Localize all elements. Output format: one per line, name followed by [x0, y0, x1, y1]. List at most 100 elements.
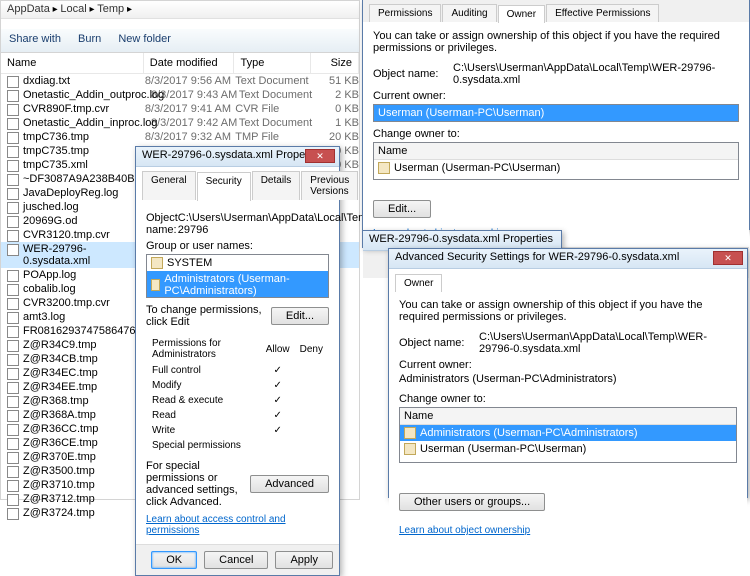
col-size[interactable]: Size	[311, 53, 359, 73]
file-icon	[7, 160, 19, 172]
file-icon	[7, 424, 19, 436]
deny-check	[296, 409, 327, 422]
titlebar[interactable]: WER-29796-0.sysdata.xml Properties ✕	[136, 147, 339, 167]
table-row[interactable]: Onetastic_Addin_inproc.log8/3/2017 9:42 …	[1, 116, 359, 130]
burn-button[interactable]: Burn	[78, 33, 101, 45]
tab-general[interactable]: General	[142, 171, 196, 200]
file-icon	[7, 452, 19, 464]
advanced-security-owner-dialog: Permissions Auditing Owner Effective Per…	[362, 0, 750, 230]
deny-check	[296, 394, 327, 407]
change-perm-text: To change permissions, click Edit	[146, 304, 271, 328]
explorer-toolbar: Share with Burn New folder	[1, 29, 359, 53]
file-icon	[7, 146, 19, 158]
file-icon	[7, 244, 19, 256]
deny-check	[296, 364, 327, 377]
allow-check	[262, 439, 294, 452]
edit-button[interactable]: Edit...	[271, 307, 329, 325]
table-row[interactable]: CVR890F.tmp.cvr8/3/2017 9:41 AMCVR File0…	[1, 102, 359, 116]
file-icon	[7, 270, 19, 282]
permissions-table: Permissions for AdministratorsAllowDeny …	[146, 334, 329, 454]
crumb[interactable]: Local	[60, 3, 86, 15]
file-icon	[7, 466, 19, 478]
file-icon	[7, 284, 19, 296]
group-users-label: Group or user names:	[146, 240, 329, 252]
file-icon	[7, 354, 19, 366]
file-icon	[7, 132, 19, 144]
allow-check: ✓	[262, 379, 294, 392]
edit-button[interactable]: Edit...	[373, 200, 431, 218]
current-owner: Administrators (Userman-PC\Administrator…	[399, 371, 737, 387]
file-icon	[7, 230, 19, 242]
share-button[interactable]: Share with	[9, 33, 61, 45]
perm-name: Read	[148, 409, 260, 422]
file-icon	[7, 298, 19, 310]
close-icon[interactable]: ✕	[305, 149, 335, 163]
owner-desc: You can take or assign ownership of this…	[373, 30, 739, 54]
tab-security[interactable]: Security	[197, 172, 251, 201]
ok-button[interactable]: OK	[151, 551, 197, 569]
breadcrumb[interactable]: AppData ▸ Local ▸ Temp ▸	[1, 1, 359, 19]
close-icon[interactable]: ✕	[713, 251, 743, 265]
tab-details[interactable]: Details	[252, 171, 301, 200]
learn-link[interactable]: Learn about access control and permissio…	[146, 514, 329, 536]
col-date[interactable]: Date modified	[144, 53, 235, 73]
advanced-security-settings-dialog: Advanced Security Settings for WER-29796…	[388, 248, 748, 498]
file-icon	[7, 438, 19, 450]
deny-check	[296, 379, 327, 392]
file-icon	[7, 76, 19, 88]
titlebar[interactable]: Advanced Security Settings for WER-29796…	[389, 249, 747, 269]
file-icon	[7, 494, 19, 506]
tab-effective-permissions[interactable]: Effective Permissions	[546, 4, 659, 22]
group-icon	[404, 427, 416, 439]
tab-permissions[interactable]: Permissions	[369, 4, 441, 22]
file-icon	[7, 368, 19, 380]
file-icon	[7, 118, 19, 130]
col-name[interactable]: Name	[1, 53, 144, 73]
newfolder-button[interactable]: New folder	[118, 33, 171, 45]
apply-button[interactable]: Apply	[275, 551, 333, 569]
deny-check	[296, 424, 327, 437]
file-icon	[7, 312, 19, 324]
file-icon	[7, 508, 19, 520]
file-icon	[7, 174, 19, 186]
file-icon	[7, 396, 19, 408]
change-owner-list[interactable]: Name Administrators (Userman-PC\Administ…	[399, 407, 737, 463]
file-icon	[7, 340, 19, 352]
tabstrip: General Security Details Previous Versio…	[136, 167, 339, 200]
table-row[interactable]: dxdiag.txt8/3/2017 9:56 AMText Document5…	[1, 74, 359, 88]
list-item: Userman (Userman-PC\Userman)	[400, 441, 736, 457]
col-type[interactable]: Type	[234, 53, 310, 73]
crumb[interactable]: Temp	[97, 3, 124, 15]
list-item: Userman (Userman-PC\Userman)	[374, 160, 738, 176]
file-icon	[7, 188, 19, 200]
table-row[interactable]: tmpC736.tmp8/3/2017 9:32 AMTMP File20 KB	[1, 130, 359, 144]
file-icon	[7, 90, 19, 102]
deny-check	[296, 439, 327, 452]
user-list[interactable]: SYSTEM Administrators (Userman-PC\Admini…	[146, 254, 329, 298]
tab-owner[interactable]: Owner	[395, 274, 442, 292]
properties-dialog-2: WER-29796-0.sysdata.xml Properties	[362, 230, 562, 248]
group-icon	[151, 257, 163, 269]
allow-check: ✓	[262, 409, 294, 422]
title-text: WER-29796-0.sysdata.xml Properties	[142, 149, 326, 161]
tab-previous-versions[interactable]: Previous Versions	[301, 171, 358, 200]
cancel-button[interactable]: Cancel	[204, 551, 268, 569]
advanced-button[interactable]: Advanced	[250, 475, 329, 493]
file-icon	[7, 202, 19, 214]
other-users-button[interactable]: Other users or groups...	[399, 493, 545, 511]
file-icon	[7, 216, 19, 228]
learn-link[interactable]: Learn about object ownership	[399, 525, 737, 536]
allow-check: ✓	[262, 424, 294, 437]
change-owner-list[interactable]: Name Userman (Userman-PC\Userman)	[373, 142, 739, 180]
list-item: Administrators (Userman-PC\Administrator…	[147, 271, 328, 298]
current-owner[interactable]: Userman (Userman-PC\Userman)	[378, 107, 544, 119]
file-icon	[7, 480, 19, 492]
tab-auditing[interactable]: Auditing	[442, 4, 496, 22]
column-header[interactable]: Name Date modified Type Size	[1, 53, 359, 74]
table-row[interactable]: Onetastic_Addin_outproc.log8/3/2017 9:43…	[1, 88, 359, 102]
special-text: For special permissions or advanced sett…	[146, 460, 244, 508]
crumb[interactable]: AppData	[7, 3, 50, 15]
file-icon	[7, 104, 19, 116]
allow-check: ✓	[262, 364, 294, 377]
tab-owner[interactable]: Owner	[498, 5, 545, 23]
